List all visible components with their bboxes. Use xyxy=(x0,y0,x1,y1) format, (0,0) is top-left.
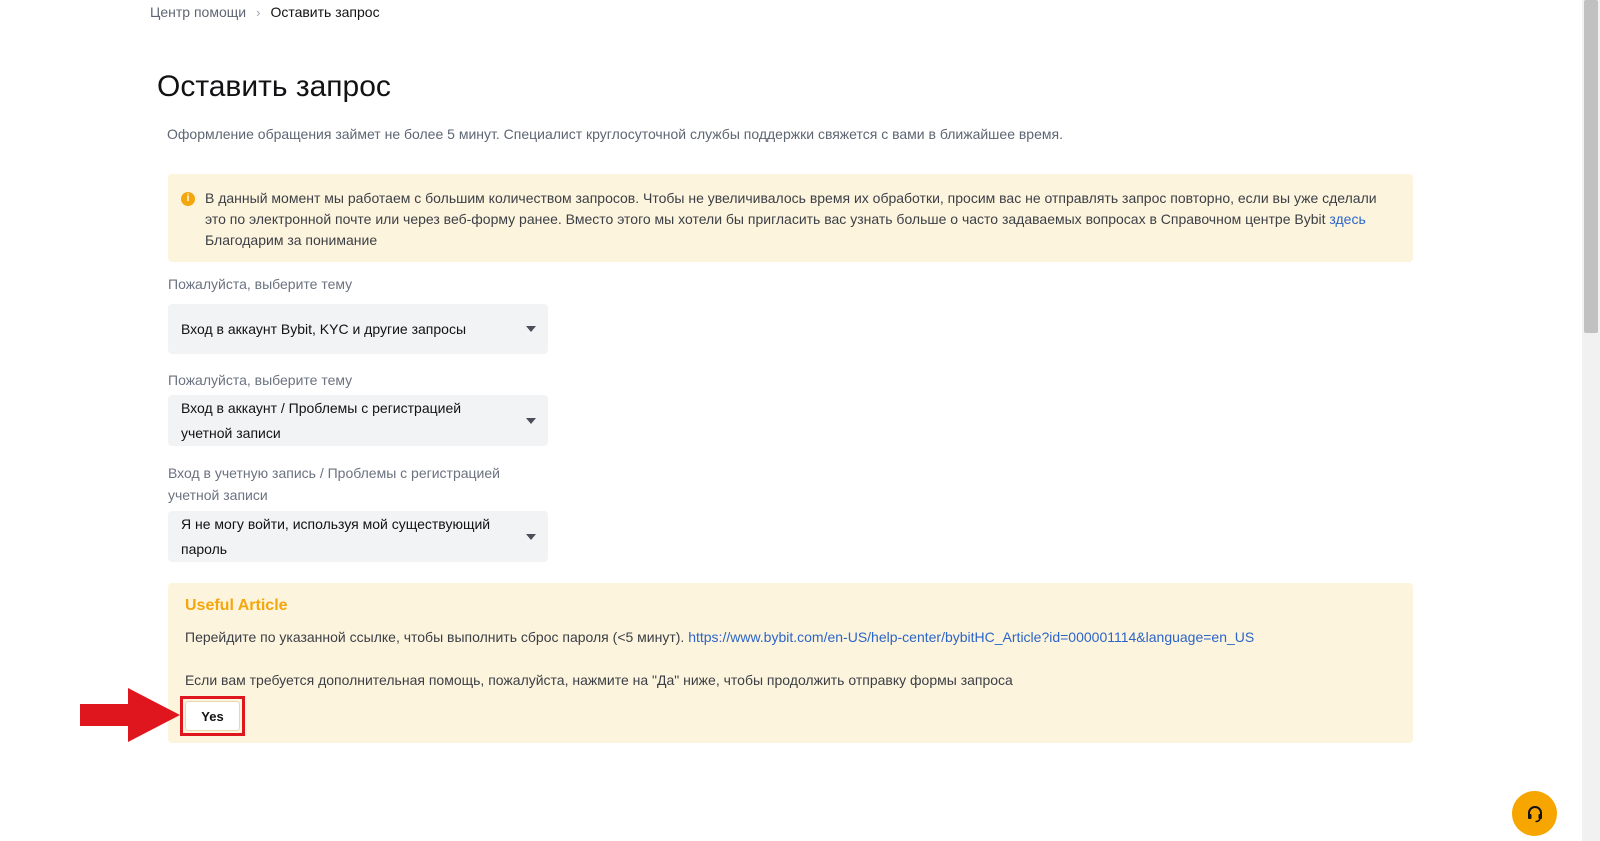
topic2-value-line1: Вход в аккаунт / Проблемы с регистрацией xyxy=(181,399,462,416)
notice-text: В данный момент мы работаем с большим ко… xyxy=(205,190,1377,227)
topic2-select[interactable]: Вход в аккаунт / Проблемы с регистрацией… xyxy=(168,395,548,446)
topic1-select[interactable]: Вход в аккаунт Bybit, KYC и другие запро… xyxy=(168,304,548,354)
article-title: Useful Article xyxy=(185,597,288,614)
yes-button-highlight: Yes xyxy=(180,696,245,736)
page-title: Оставить запрос xyxy=(157,70,391,103)
topic3-select[interactable]: Я не могу войти, используя мой существую… xyxy=(168,511,548,562)
topic3-label-line2: учетной записи xyxy=(168,487,268,503)
headset-icon xyxy=(1527,805,1542,822)
scrollbar-thumb[interactable] xyxy=(1584,0,1598,333)
breadcrumb-separator-icon: › xyxy=(256,4,261,20)
topic2-label: Пожалуйста, выберите тему xyxy=(168,372,353,388)
red-arrow-icon xyxy=(80,688,180,742)
notice-thanks: Благодарим за понимание xyxy=(205,232,378,248)
page-subtitle: Оформление обращения займет не более 5 м… xyxy=(167,126,1063,142)
chevron-down-icon xyxy=(526,533,536,540)
article-link[interactable]: https://www.bybit.com/en-US/help-center/… xyxy=(688,629,1254,645)
article-text-body: Перейдите по указанной ссылке, чтобы вып… xyxy=(185,629,689,645)
breadcrumb-home-link[interactable]: Центр помощи xyxy=(150,4,246,20)
chevron-down-icon xyxy=(526,326,536,332)
topic3-value: Я не могу войти, используя мой существую… xyxy=(181,512,490,562)
support-chat-button[interactable] xyxy=(1512,791,1557,836)
topic3-value-line2: пароль xyxy=(181,540,228,557)
topic2-value: Вход в аккаунт / Проблемы с регистрацией… xyxy=(181,396,461,446)
breadcrumb: Центр помощи › Оставить запрос xyxy=(150,4,380,20)
scrollbar[interactable] xyxy=(1582,0,1600,841)
notice-banner: i В данный момент мы работаем с большим … xyxy=(168,174,1413,262)
topic2-value-line2: учетной записи xyxy=(181,424,281,441)
useful-article-panel: Useful Article Перейдите по указанной сс… xyxy=(168,583,1413,743)
article-text: Перейдите по указанной ссылке, чтобы вып… xyxy=(185,629,1254,645)
chevron-down-icon xyxy=(526,417,536,424)
topic1-value: Вход в аккаунт Bybit, KYC и другие запро… xyxy=(181,320,467,337)
info-icon: i xyxy=(181,192,195,206)
notice-link[interactable]: здесь xyxy=(1329,211,1365,227)
topic3-value-line1: Я не могу войти, используя мой существую… xyxy=(181,515,491,532)
topic3-label: Вход в учетную запись / Проблемы с регис… xyxy=(168,462,500,506)
page: Центр помощи › Оставить запрос Оставить … xyxy=(0,0,1600,841)
article-help-text: Если вам требуется дополнительная помощь… xyxy=(185,672,1013,688)
topic3-label-line1: Вход в учетную запись / Проблемы с регис… xyxy=(168,465,500,481)
breadcrumb-current: Оставить запрос xyxy=(270,4,380,20)
yes-button[interactable]: Yes xyxy=(185,701,240,731)
topic1-label: Пожалуйста, выберите тему xyxy=(168,276,353,292)
